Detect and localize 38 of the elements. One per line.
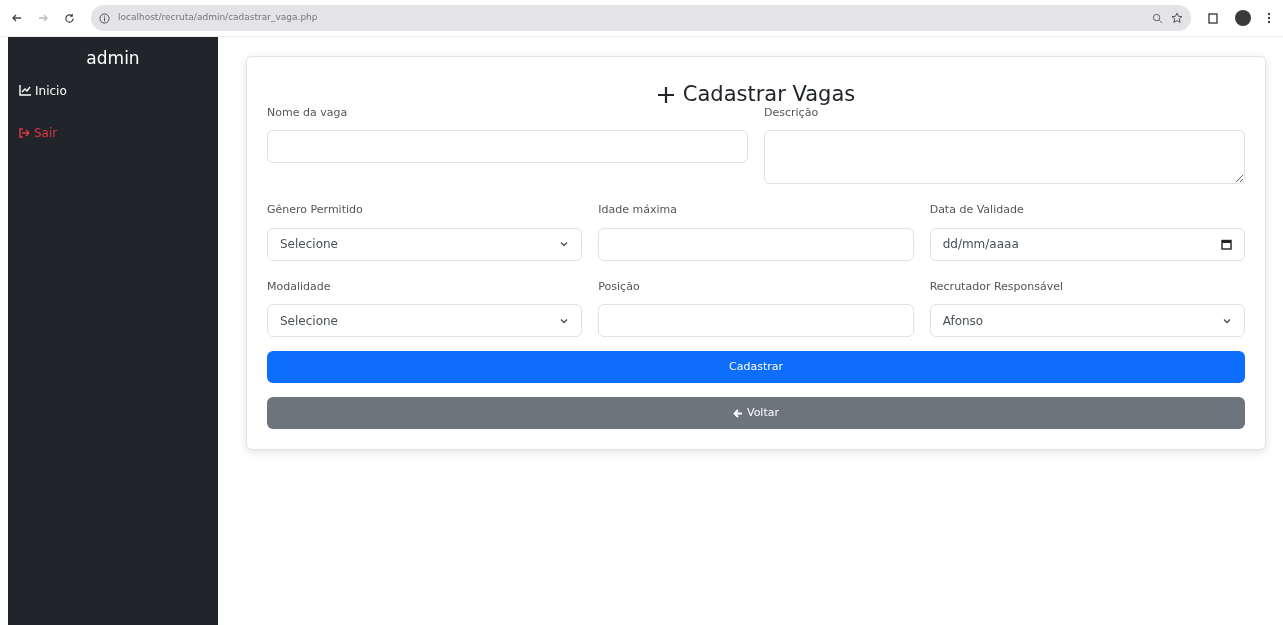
zoom-icon[interactable] <box>1152 12 1163 24</box>
sidebar-title: admin <box>85 47 141 70</box>
field-label: Modalidade <box>267 278 332 295</box>
calendar-icon <box>1221 238 1232 250</box>
back-icon[interactable] <box>12 13 22 23</box>
select-field[interactable]: Selecione <box>267 227 583 261</box>
address-bar[interactable]: localhost/recruta/admin/cadastrar_vaga.php <box>91 5 1191 31</box>
date-field[interactable]: dd/mm/aaaa <box>929 227 1245 261</box>
select-field[interactable]: Selecione <box>267 304 583 337</box>
info-icon <box>99 12 110 24</box>
url-text: localhost/recruta/admin/cadastrar_vaga.php <box>118 11 319 25</box>
extension-icon[interactable] <box>1207 12 1219 24</box>
text-field[interactable] <box>598 304 914 337</box>
back-button[interactable]: Voltar <box>267 397 1245 429</box>
star-icon[interactable] <box>1171 12 1183 24</box>
arrow-left-icon <box>732 408 743 418</box>
field-label: Descrição <box>764 105 820 121</box>
form-title: Cadastrar Vagas <box>682 81 856 108</box>
field-label: Data de Validade <box>929 202 1025 218</box>
chevron-down-icon <box>559 239 570 249</box>
text-field[interactable] <box>598 227 914 261</box>
sidebar-link[interactable]: Inicio <box>19 81 218 100</box>
plus-icon <box>656 85 675 104</box>
field-label: Gênero Permitido <box>267 202 364 218</box>
field-label: Posição <box>598 278 641 295</box>
logout-icon <box>19 127 30 138</box>
select-field[interactable]: Afonso <box>929 304 1245 337</box>
avatar-icon[interactable] <box>1235 10 1251 26</box>
reload-icon[interactable] <box>64 12 75 24</box>
field-label: Recrutador Responsável <box>929 278 1065 295</box>
sidebar-link[interactable]: Sair <box>19 123 218 142</box>
submit-button[interactable]: Cadastrar <box>267 351 1245 383</box>
chart-icon <box>19 85 31 96</box>
field-label: Idade máxima <box>598 202 679 218</box>
text-field[interactable] <box>267 130 748 163</box>
field-label: Nome da vaga <box>267 104 349 121</box>
menu-icon[interactable] <box>1267 12 1271 24</box>
description-field[interactable] <box>764 130 1245 184</box>
